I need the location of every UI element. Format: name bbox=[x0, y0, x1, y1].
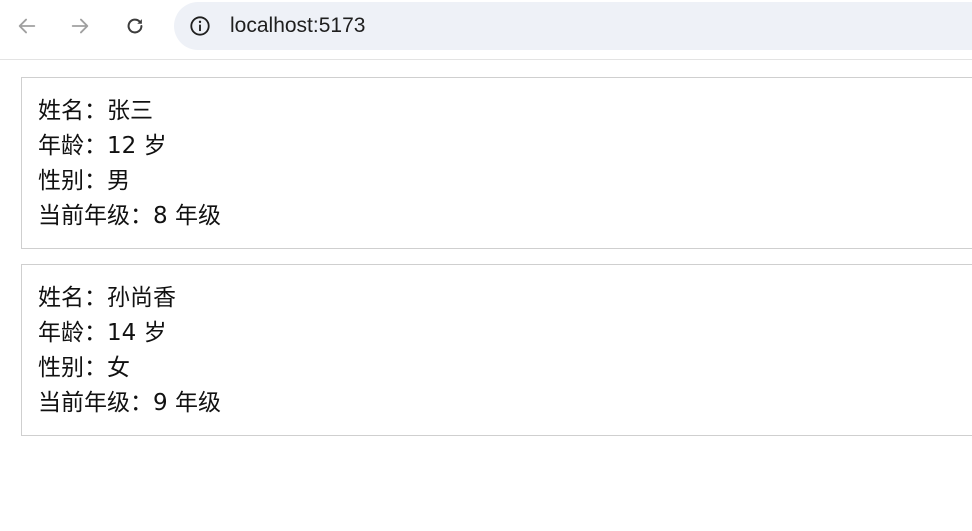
url-text[interactable]: localhost:5173 bbox=[230, 12, 365, 40]
student-age: 年龄：14 岁 bbox=[38, 320, 167, 346]
student-grade: 当前年级：9 年级 bbox=[38, 390, 221, 416]
page-content: 姓名：张三 年龄：12 岁 性别：男 当前年级：8 年级 姓名：孙尚香 年龄：1… bbox=[0, 61, 972, 531]
student-age: 年龄：12 岁 bbox=[38, 133, 167, 159]
student-name: 姓名：孙尚香 bbox=[38, 285, 176, 311]
address-bar[interactable]: localhost:5173 bbox=[174, 2, 972, 50]
student-grade: 当前年级：8 年级 bbox=[38, 203, 221, 229]
info-icon bbox=[190, 16, 210, 36]
arrow-left-icon bbox=[18, 18, 36, 34]
student-card: 姓名：张三 年龄：12 岁 性别：男 当前年级：8 年级 bbox=[21, 77, 972, 249]
forward-button[interactable] bbox=[62, 10, 98, 42]
reload-button[interactable] bbox=[117, 10, 153, 42]
reload-icon bbox=[127, 18, 143, 34]
browser-toolbar: localhost:5173 bbox=[0, 0, 972, 60]
student-gender: 性别：男 bbox=[38, 168, 130, 194]
site-info-button[interactable] bbox=[188, 14, 212, 38]
student-name: 姓名：张三 bbox=[38, 98, 153, 124]
student-gender: 性别：女 bbox=[38, 355, 130, 381]
student-card: 姓名：孙尚香 年龄：14 岁 性别：女 当前年级：9 年级 bbox=[21, 264, 972, 436]
back-button[interactable] bbox=[9, 10, 45, 42]
arrow-right-icon bbox=[71, 18, 89, 34]
